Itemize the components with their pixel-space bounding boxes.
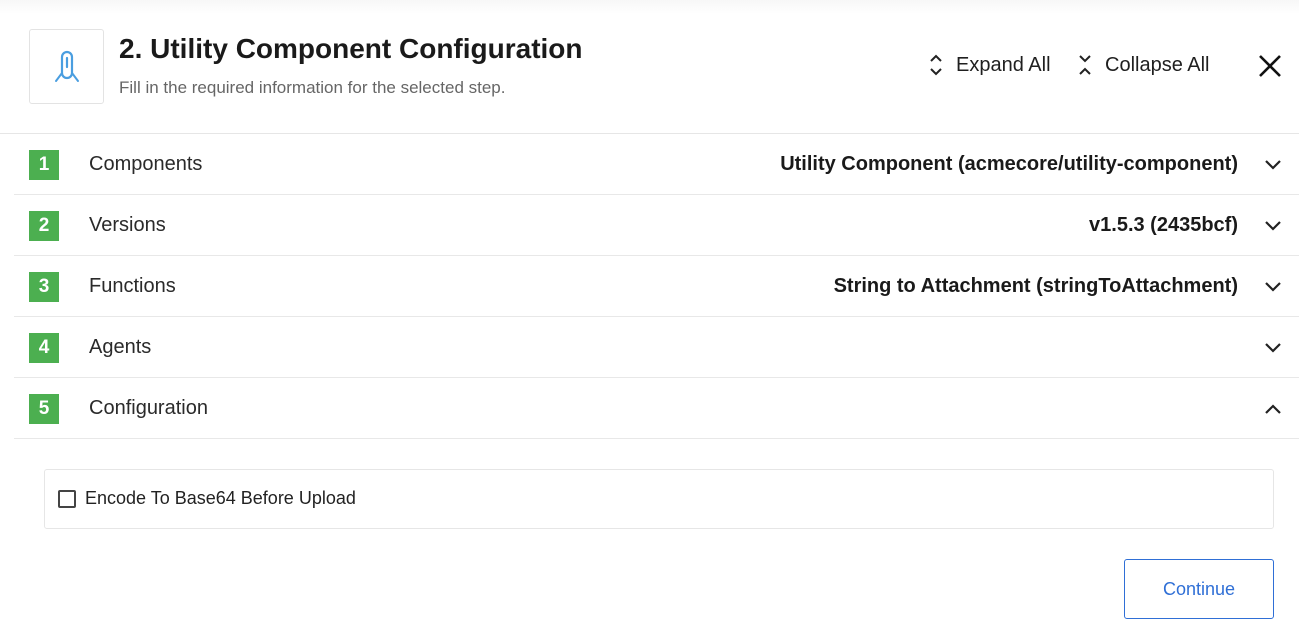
page-subtitle: Fill in the required information for the…	[119, 78, 506, 97]
chevron-down-icon[interactable]	[1264, 156, 1282, 174]
dialog-header: 2. Utility Component Configuration Fill …	[0, 0, 1299, 134]
chevron-down-icon[interactable]	[1264, 339, 1282, 357]
step-number-badge: 3	[29, 272, 59, 302]
step-number-badge: 5	[29, 394, 59, 424]
close-button[interactable]	[1257, 53, 1283, 79]
encode-base64-label[interactable]: Encode To Base64 Before Upload	[85, 488, 356, 509]
step-functions[interactable]: 3 Functions String to Attachment (string…	[14, 256, 1299, 317]
step-versions[interactable]: 2 Versions v1.5.3 (2435bcf)	[14, 195, 1299, 256]
chevron-down-icon[interactable]	[1264, 217, 1282, 235]
step-label: Versions	[89, 214, 166, 236]
step-number-badge: 1	[29, 150, 59, 180]
component-logo	[29, 29, 104, 104]
encode-base64-checkbox[interactable]	[58, 490, 76, 508]
step-label: Functions	[89, 275, 176, 297]
step-value: String to Attachment (stringToAttachment…	[833, 275, 1238, 297]
expand-all-button[interactable]: Expand All	[928, 52, 1051, 78]
step-label: Components	[89, 153, 203, 175]
step-label: Configuration	[89, 397, 208, 419]
expand-icon	[930, 54, 942, 76]
expand-all-label: Expand All	[956, 53, 1051, 76]
chevron-down-icon[interactable]	[1264, 278, 1282, 296]
chevron-up-icon[interactable]	[1264, 400, 1282, 418]
step-components[interactable]: 1 Components Utility Component (acmecore…	[14, 134, 1299, 195]
step-value: Utility Component (acmecore/utility-comp…	[780, 153, 1238, 175]
step-number-badge: 2	[29, 211, 59, 241]
step-value: v1.5.3 (2435bcf)	[1089, 214, 1238, 236]
page-title: 2. Utility Component Configuration	[119, 33, 583, 64]
step-configuration[interactable]: 5 Configuration	[14, 378, 1299, 439]
collapse-all-label: Collapse All	[1105, 53, 1210, 76]
steps-accordion: 1 Components Utility Component (acmecore…	[14, 134, 1299, 439]
step-number-badge: 4	[29, 333, 59, 363]
step-agents[interactable]: 4 Agents	[14, 317, 1299, 378]
collapse-icon	[1079, 55, 1091, 75]
utility-component-icon	[54, 50, 79, 82]
configuration-panel: Encode To Base64 Before Upload	[44, 469, 1274, 529]
collapse-all-button[interactable]: Collapse All	[1077, 52, 1210, 78]
continue-button[interactable]: Continue	[1124, 559, 1274, 619]
step-label: Agents	[89, 336, 152, 358]
close-icon	[1259, 55, 1281, 77]
